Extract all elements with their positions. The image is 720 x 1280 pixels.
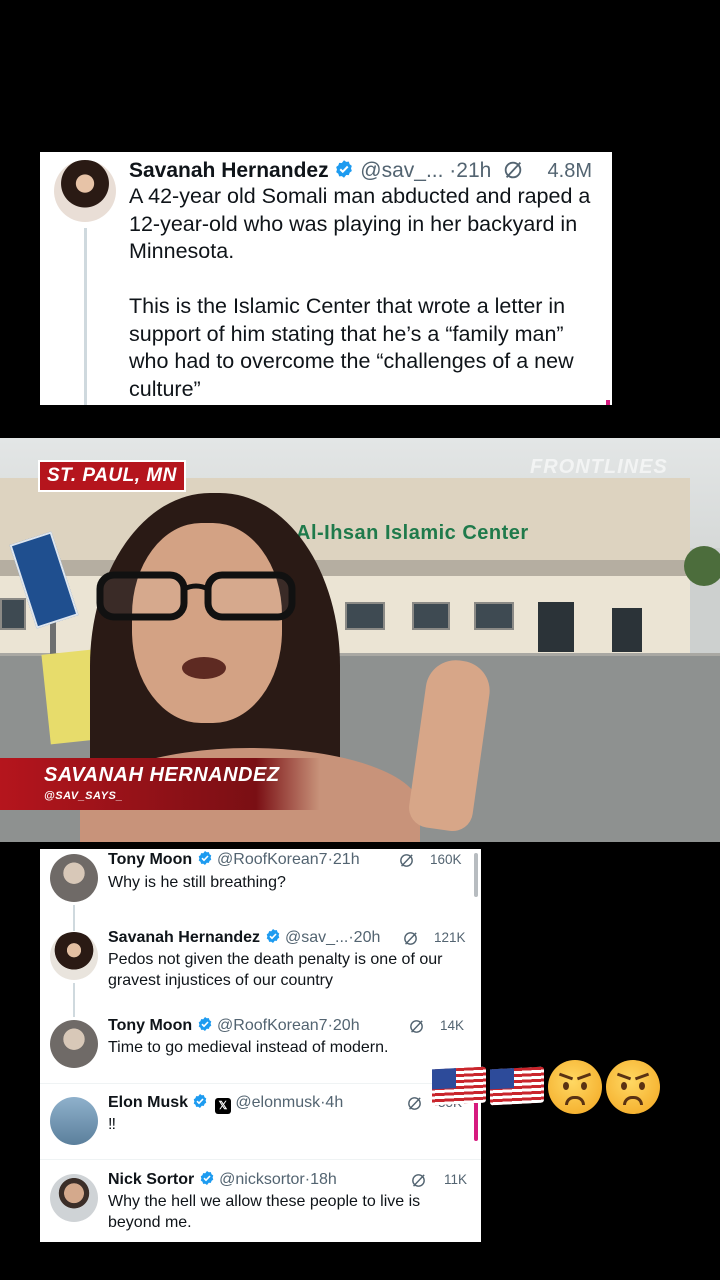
- reply-views: 160K: [430, 852, 462, 867]
- emoji-overlay: [430, 1058, 670, 1118]
- reply-avatar[interactable]: [50, 854, 98, 902]
- reply-header: Savanah Hernandez @sav_...·20h: [108, 927, 428, 949]
- reply-text: Why the hell we allow these people to li…: [108, 1193, 425, 1231]
- reply-handle[interactable]: @RoofKorean7: [217, 1017, 328, 1034]
- reply-time: 21h: [332, 851, 360, 868]
- us-flag-icon: [490, 1066, 544, 1106]
- reply-header: Tony Moon @RoofKorean7·20h: [108, 1015, 428, 1037]
- reply-text: ‼: [108, 1116, 116, 1133]
- grok-icon[interactable]: [502, 159, 524, 186]
- tree: [684, 546, 720, 586]
- reply-avatar[interactable]: [50, 1020, 98, 1068]
- presenter-mouth: [182, 657, 226, 679]
- angry-face-icon: [548, 1060, 602, 1114]
- verified-badge-icon: [199, 1170, 215, 1186]
- window: [0, 598, 26, 630]
- glasses-icon: [96, 571, 296, 621]
- tweet-text: A 42-year old Somali man abducted and ra…: [129, 184, 591, 401]
- reply-views: 11K: [444, 1172, 468, 1187]
- reply-time: 18h: [310, 1171, 337, 1188]
- reply-handle[interactable]: @elonmusk: [235, 1094, 320, 1111]
- divider: [40, 1083, 481, 1084]
- author-name[interactable]: Savanah Hernandez: [129, 159, 329, 182]
- reply-author-name[interactable]: Tony Moon: [108, 1017, 192, 1034]
- scroll-indicator: [606, 400, 610, 405]
- reply-views: 121K: [434, 930, 466, 945]
- reply-time: 4h: [325, 1094, 344, 1111]
- verified-badge-icon: [197, 1016, 213, 1032]
- reply-item[interactable]: Elon Musk 𝕏 @elonmusk·4h 35K ‼: [40, 1092, 481, 1162]
- reply-author-name[interactable]: Elon Musk: [108, 1094, 188, 1111]
- verified-badge-icon: [197, 850, 213, 866]
- reply-avatar[interactable]: [50, 932, 98, 980]
- reply-header: Tony Moon @RoofKorean7·21h: [108, 849, 428, 871]
- reply-item[interactable]: Nick Sortor @nicksortor·18h 11K Why the …: [40, 1169, 481, 1241]
- reply-time: 20h: [332, 1017, 360, 1034]
- reply-avatar[interactable]: [50, 1174, 98, 1222]
- lower-third-name: SAVANAH HERNANDEZ: [44, 764, 280, 786]
- channel-watermark: FRONTLINES: [530, 456, 668, 478]
- presenter-face: [132, 523, 282, 723]
- thread-line: [84, 228, 87, 405]
- reply-avatar[interactable]: [50, 1097, 98, 1145]
- author-avatar[interactable]: [54, 160, 116, 222]
- verified-badge-icon: [334, 159, 354, 179]
- reply-handle[interactable]: @sav_...: [285, 929, 348, 946]
- views-count: 4.8M: [547, 160, 592, 182]
- door: [538, 602, 574, 652]
- reply-item[interactable]: Savanah Hernandez @sav_...·20h 121K Pedo…: [40, 927, 481, 1017]
- reply-author-name[interactable]: Savanah Hernandez: [108, 929, 260, 946]
- reply-header: Elon Musk 𝕏 @elonmusk·4h: [108, 1092, 428, 1114]
- reply-text: Time to go medieval instead of modern.: [108, 1039, 389, 1056]
- reply-author-name[interactable]: Nick Sortor: [108, 1171, 194, 1188]
- main-tweet-card[interactable]: Savanah Hernandez @sav_... ·21h 4.8M A 4…: [40, 152, 612, 405]
- reply-time: 20h: [353, 929, 381, 946]
- divider: [40, 1159, 481, 1160]
- video-frame[interactable]: Al-Ihsan Islamic Center FRONTLINES ST. P…: [0, 438, 720, 842]
- window: [474, 602, 514, 630]
- reply-item[interactable]: Tony Moon @RoofKorean7·20h 14K Time to g…: [40, 1015, 481, 1085]
- us-flag-icon: [432, 1066, 486, 1106]
- author-handle[interactable]: @sav_...: [360, 159, 443, 182]
- location-tag: ST. PAUL, MN: [38, 460, 186, 492]
- reply-text: Why is he still breathing?: [108, 874, 286, 891]
- door: [612, 608, 642, 652]
- reply-handle[interactable]: @RoofKorean7: [217, 851, 328, 868]
- reply-item[interactable]: Tony Moon @RoofKorean7·21h 160K Why is h…: [40, 849, 481, 931]
- grok-icon[interactable]: [398, 852, 415, 874]
- verified-badge-icon: [192, 1093, 208, 1109]
- reply-text: Pedos not given the death penalty is one…: [108, 951, 447, 989]
- lower-third-handle: @SAV_SAYS_: [44, 790, 123, 802]
- tweet-header: Savanah Hernandez @sav_... ·21h: [129, 157, 609, 185]
- x-affiliate-badge-icon: 𝕏: [214, 1098, 231, 1114]
- replies-card[interactable]: Tony Moon @RoofKorean7·21h 160K Why is h…: [40, 849, 481, 1242]
- verified-badge-icon: [265, 928, 281, 944]
- angry-face-icon: [606, 1060, 660, 1114]
- thread-line: [73, 983, 75, 1017]
- reply-views: 14K: [440, 1018, 465, 1033]
- window: [412, 602, 450, 630]
- tweet-time: 21h: [456, 159, 492, 182]
- reply-header: Nick Sortor @nicksortor·18h: [108, 1169, 428, 1191]
- reply-author-name[interactable]: Tony Moon: [108, 851, 192, 868]
- reply-handle[interactable]: @nicksortor: [219, 1171, 305, 1188]
